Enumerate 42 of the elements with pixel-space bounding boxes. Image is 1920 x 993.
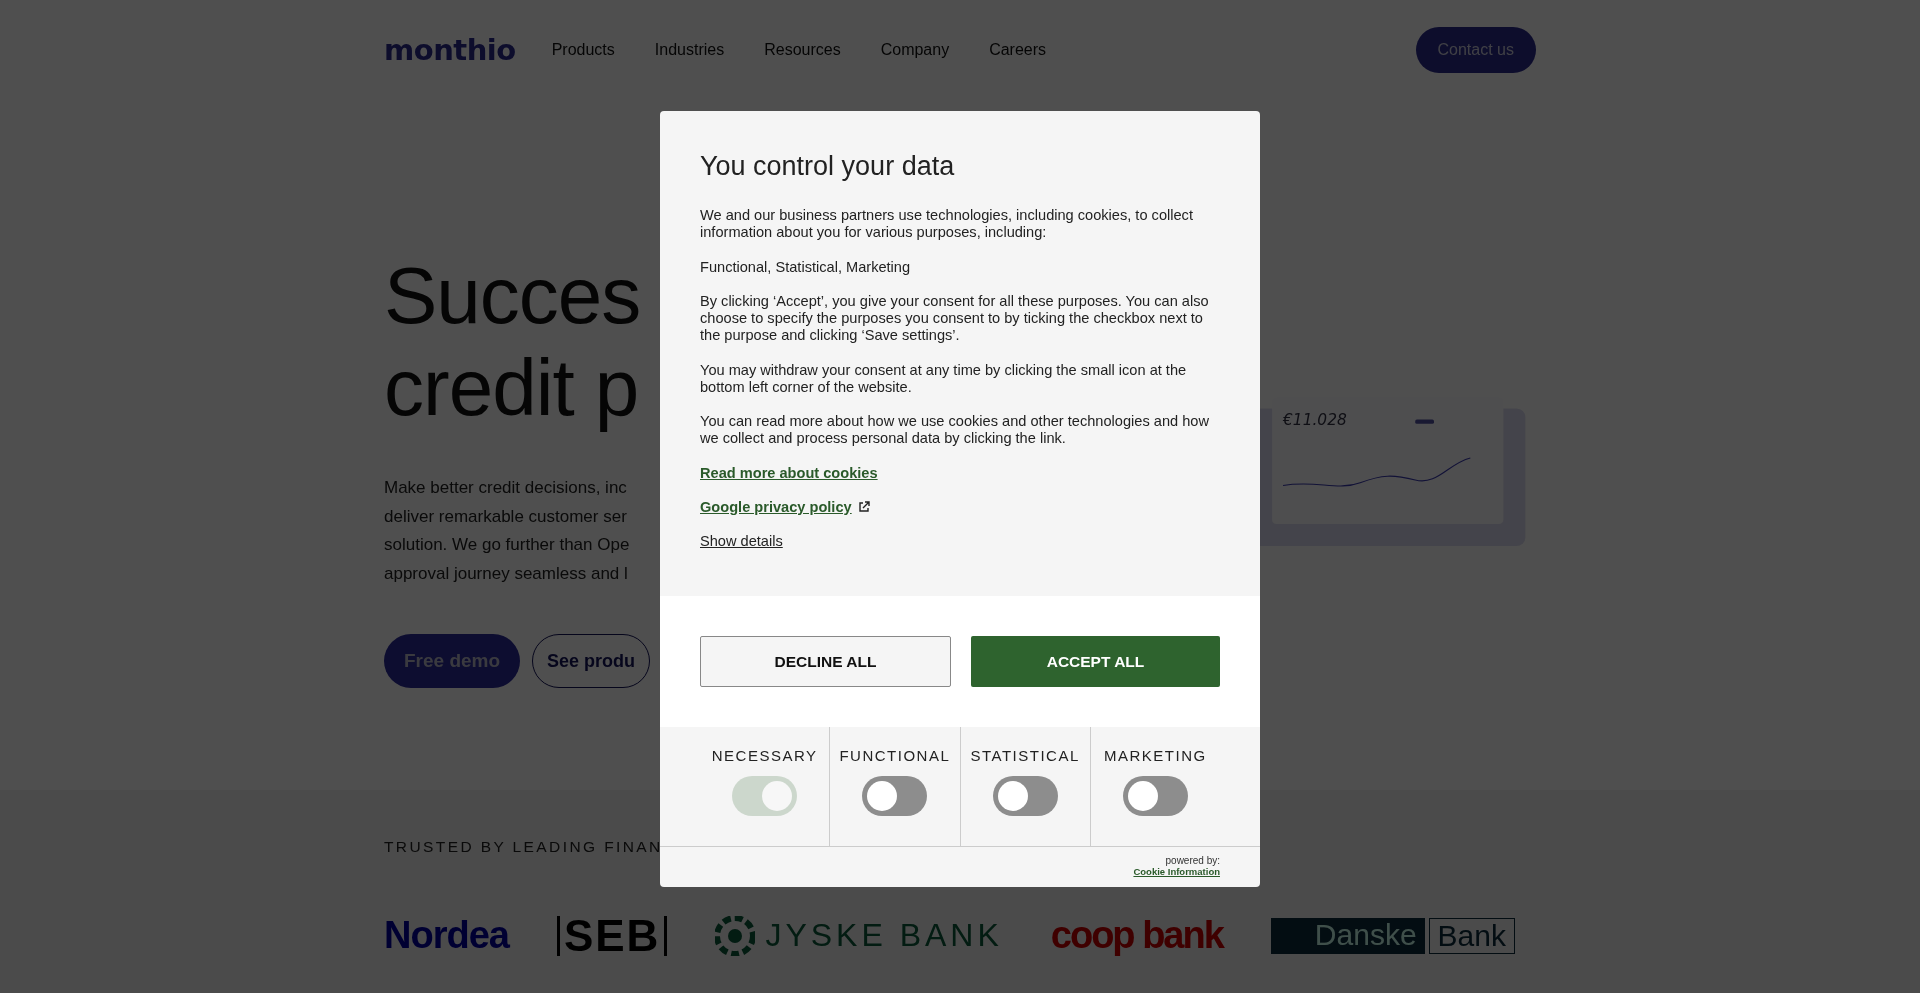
nav-link[interactable]: Company <box>880 41 950 59</box>
dialog-text: You can read more about how we use cookies and other technologies and how we collect and process personal data by clicking the link. <box>700 413 1210 447</box>
hero-text: Make better credit decisions, inc <box>384 477 627 499</box>
category-label: MARKETING <box>1104 747 1207 765</box>
bank-logo: coop bank <box>1050 914 1223 957</box>
brand-logo[interactable]: monthio <box>384 33 516 67</box>
bank-logo: JYSKE BANK <box>765 917 1003 954</box>
category-label: FUNCTIONAL <box>839 747 951 765</box>
external-link-icon <box>857 500 870 513</box>
consent-toggle[interactable] <box>862 776 928 817</box>
hero-title: credit p <box>384 342 639 434</box>
category-label: NECESSARY <box>711 747 818 765</box>
trusted-heading: TRUSTED BY LEADING FINAN <box>384 837 663 856</box>
dialog-text: By clicking ‘Accept’, you give your consent for all these purposes. You can also choose to specify the purposes you consent to by ticking the checkbox next to the purpose and clicking ‘Save settings’. <box>700 293 1210 344</box>
bank-logo: SEB <box>556 915 668 956</box>
dialog-text: Functional, Statistical, Marketing <box>700 258 912 276</box>
category-label: STATISTICAL <box>970 747 1080 765</box>
nav-link[interactable]: Careers <box>989 41 1047 59</box>
dialog-text: You may withdraw your consent at any time by clicking the small icon at the bottom left corner of the website. <box>700 361 1188 396</box>
bank-logo: Danske <box>1270 917 1425 954</box>
dialog-link[interactable]: Read more about cookies <box>700 464 878 482</box>
consent-toggle[interactable] <box>1122 776 1188 817</box>
bank-logo: Bank <box>1428 917 1515 954</box>
decline-all-button[interactable]: DECLINE ALL <box>700 636 951 688</box>
dialog-link[interactable]: Show details <box>700 532 783 550</box>
nav-link[interactable]: Resources <box>764 41 841 59</box>
bank-logo: Nordea <box>384 914 509 957</box>
accept-all-button[interactable]: ACCEPT ALL <box>971 636 1220 688</box>
nav-link[interactable]: Industries <box>654 41 725 59</box>
dialog-text: We and our business partners use technologies, including cookies, to collect information about you for various purposes, including: <box>700 207 1194 241</box>
hero-text: deliver remarkable customer ser <box>384 505 627 528</box>
amount-label: €11.028 <box>1282 410 1347 429</box>
dialog-link[interactable]: Google privacy policy <box>700 498 870 516</box>
powered-by-text: powered by: <box>1165 855 1220 867</box>
nav-link[interactable]: Products <box>551 41 615 59</box>
dialog-title: You control your data <box>700 150 956 183</box>
hero-title: Succes <box>384 250 641 342</box>
hero-text: approval journey seamless and l <box>384 562 628 585</box>
provider-link[interactable]: Cookie Information <box>1133 866 1220 878</box>
consent-toggle[interactable] <box>992 776 1058 817</box>
aperture-icon <box>715 915 756 956</box>
hero-text: solution. We go further than Ope <box>384 534 630 556</box>
